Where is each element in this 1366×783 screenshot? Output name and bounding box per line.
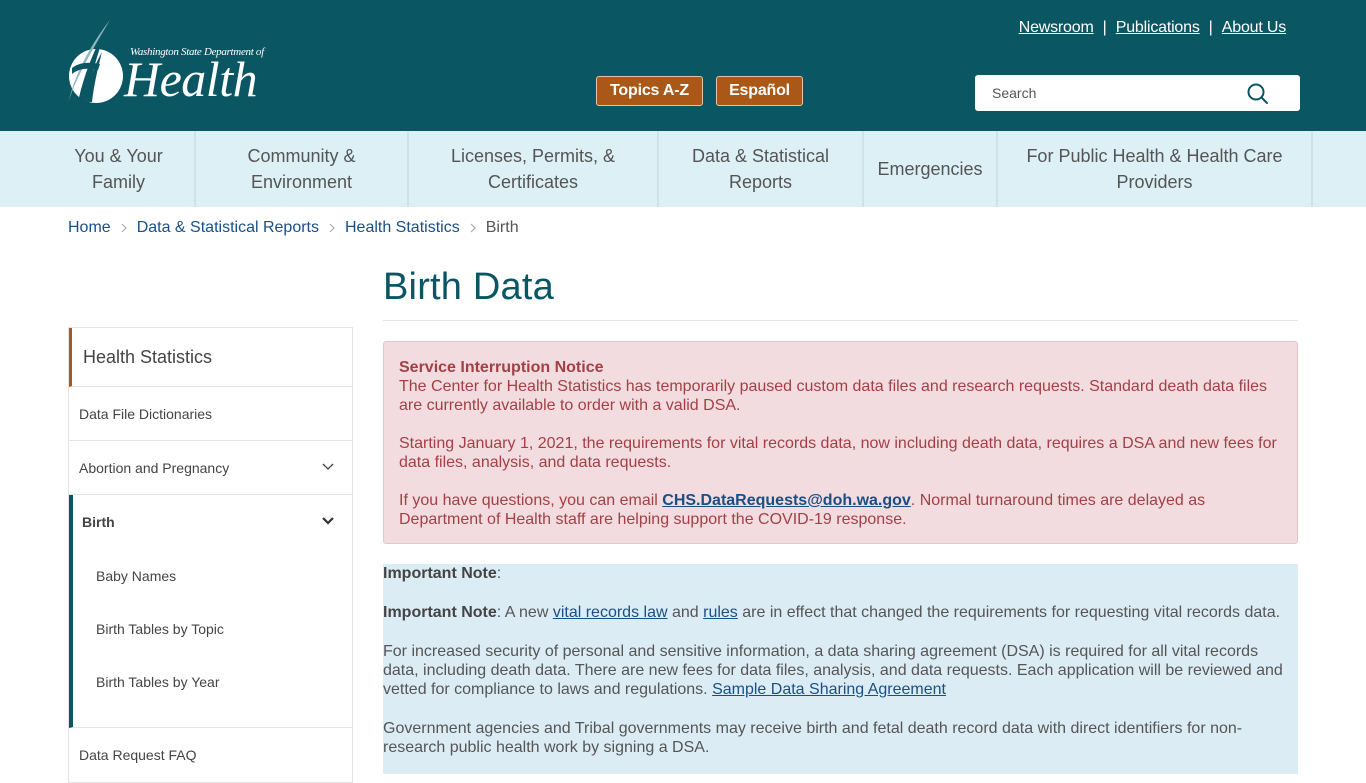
publications-link[interactable]: Publications — [1116, 19, 1200, 37]
sidebar-item-data-request-faq[interactable]: Data Request FAQ — [69, 728, 352, 782]
utility-links: Newsroom | Publications | About Us — [1019, 19, 1286, 37]
note-paragraph: Important Note: A new vital records law … — [383, 604, 1281, 621]
sidebar-item-label: Data Request FAQ — [79, 747, 197, 763]
nav-label: Community & Environment — [247, 146, 356, 192]
note-paragraph: For increased security of personal and s… — [383, 643, 1283, 698]
note-heading: Important Note: — [383, 565, 502, 582]
doh-logo-link[interactable]: Washington State Department of Health — [66, 18, 264, 108]
nav-item-community-environment[interactable]: Community & Environment — [196, 131, 409, 207]
breadcrumb-data-statistical-reports[interactable]: Data & Statistical Reports — [137, 219, 319, 237]
chevron-right-icon — [121, 223, 127, 233]
search-box — [975, 75, 1300, 111]
sidebar-item-label: Abortion and Pregnancy — [79, 459, 230, 476]
sidebar-heading[interactable]: Health Statistics — [69, 328, 352, 387]
feather-logo-icon — [68, 20, 123, 104]
rules-link[interactable]: rules — [703, 604, 738, 621]
nav-item-emergencies[interactable]: Emergencies — [864, 131, 998, 207]
vital-records-law-link[interactable]: vital records law — [553, 604, 668, 621]
chevron-right-icon — [470, 223, 476, 233]
chevron-down-icon[interactable] — [322, 517, 334, 525]
page-title: Birth Data — [383, 266, 554, 308]
separator: | — [1102, 19, 1107, 36]
alert-paragraph: If you have questions, you can email CHS… — [399, 492, 1206, 528]
breadcrumb-current: Birth — [485, 219, 519, 236]
main-navigation: You & Your Family Community & Environment … — [0, 131, 1366, 207]
topics-a-z-button[interactable]: Topics A-Z — [596, 76, 703, 106]
important-note-section: Important Note: Important Note: A new vi… — [383, 564, 1298, 774]
search-icon[interactable] — [1246, 82, 1270, 106]
sidebar-subitem-birth-tables-by-year[interactable]: Birth Tables by Year — [73, 655, 352, 708]
sidebar-nav: Health Statistics Data File Dictionaries… — [68, 327, 353, 783]
sample-dsa-link[interactable]: Sample Data Sharing Agreement — [712, 681, 946, 698]
search-input[interactable] — [975, 76, 1235, 110]
note-paragraph: Government agencies and Tribal governmen… — [383, 720, 1243, 756]
nav-label: Licenses, Permits, & Certificates — [450, 146, 616, 192]
sidebar-subitem-birth-tables-by-topic[interactable]: Birth Tables by Topic — [73, 602, 352, 655]
breadcrumb-home[interactable]: Home — [68, 219, 111, 237]
nav-label: For Public Health & Health Care Providers — [1026, 146, 1283, 192]
service-interruption-alert: Service Interruption Notice The Center f… — [383, 341, 1298, 544]
alert-paragraph: The Center for Health Statistics has tem… — [399, 378, 1268, 414]
about-us-link[interactable]: About Us — [1222, 19, 1286, 37]
nav-item-data-statistical-reports[interactable]: Data & Statistical Reports — [659, 131, 864, 207]
title-divider — [383, 320, 1298, 321]
sidebar-item-label: Birth — [82, 514, 115, 530]
separator: | — [1208, 19, 1213, 36]
espanol-button[interactable]: Español — [716, 76, 803, 106]
sidebar-item-label: Data File Dictionaries — [79, 405, 213, 422]
sidebar-item-birth[interactable]: Birth — [73, 495, 352, 549]
sidebar-subitem-baby-names[interactable]: Baby Names — [73, 549, 352, 602]
alert-title: Service Interruption Notice — [399, 359, 604, 376]
sidebar-item-abortion-pregnancy[interactable]: Abortion and Pregnancy — [69, 441, 352, 495]
chevron-down-icon[interactable] — [322, 463, 334, 471]
nav-label: Emergencies — [877, 159, 983, 179]
nav-label: Data & Statistical Reports — [691, 146, 830, 192]
site-header: Washington State Department of Health Ne… — [0, 0, 1366, 131]
breadcrumb-health-statistics[interactable]: Health Statistics — [345, 219, 460, 237]
nav-item-licenses-permits[interactable]: Licenses, Permits, & Certificates — [409, 131, 659, 207]
nav-label: You & Your Family — [74, 146, 163, 192]
alert-paragraph: Starting January 1, 2021, the requiremen… — [399, 435, 1277, 471]
sidebar-item-data-file-dictionaries[interactable]: Data File Dictionaries — [69, 387, 352, 441]
email-link[interactable]: CHS.DataRequests@doh.wa.gov — [662, 492, 911, 509]
nav-item-you-and-your-family[interactable]: You & Your Family — [43, 131, 196, 207]
breadcrumb: Home Data & Statistical Reports Health S… — [68, 219, 519, 237]
logo-name: Health — [124, 51, 258, 107]
nav-item-public-health-providers[interactable]: For Public Health & Health Care Providers — [998, 131, 1313, 207]
newsroom-link[interactable]: Newsroom — [1019, 19, 1094, 37]
sidebar-group-birth: Birth Baby Names Birth Tables by Topic B… — [69, 495, 352, 728]
chevron-right-icon — [329, 223, 335, 233]
